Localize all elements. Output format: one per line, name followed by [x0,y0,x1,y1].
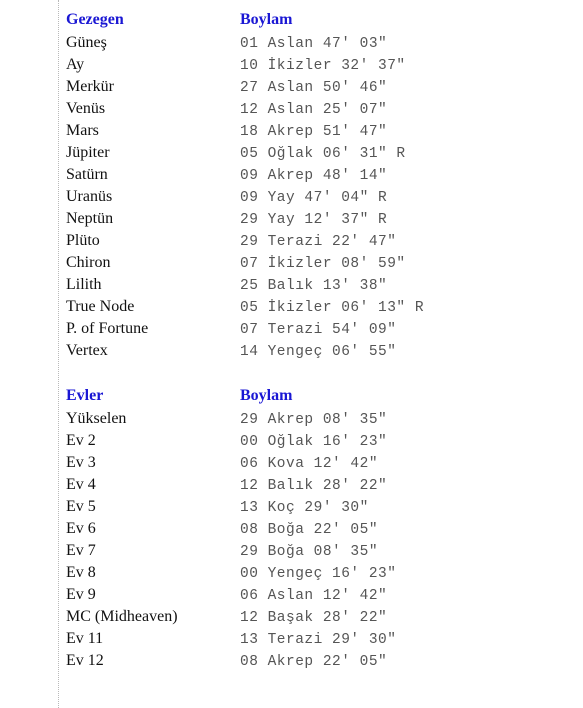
row-longitude-value: 13 Koç 29' 30" [240,500,369,516]
row-label: True Node [66,298,135,315]
table-row: Ev 5 13 Koç 29' 30" [0,496,583,518]
table-row: Neptün 29 Yay 12' 37" R [0,208,583,230]
table-row: Ev 12 08 Akrep 22' 05" [0,650,583,672]
table-row: Venüs 12 Aslan 25' 07" [0,98,583,120]
table-row: Ev 2 00 Oğlak 16' 23" [0,430,583,452]
table-row: Chiron 07 İkizler 08' 59" [0,252,583,274]
section-houses: Evler Boylam Yükselen 29 Akrep 08' 35" Ev 2 0… [0,384,583,672]
table-row: Ev 6 08 Boğa 22' 05" [0,518,583,540]
row-label: Ev 6 [66,520,96,537]
column-header-name: Evler [66,387,104,404]
row-label: Mars [66,122,99,139]
row-longitude-value: 25 Balık 13' 38" [240,278,388,294]
row-longitude-value: 08 Boğa 22' 05" [240,522,379,538]
row-label: Ay [66,56,85,73]
table-row: Plüto 29 Terazi 22' 47" [0,230,583,252]
table-row: Ev 3 06 Kova 12' 42" [0,452,583,474]
row-longitude-value: 05 İkizler 06' 13" R [240,300,425,316]
column-header-row: Gezegen Boylam [0,8,583,32]
table-row: Vertex 14 Yengeç 06' 55" [0,340,583,362]
table-row: Yükselen 29 Akrep 08' 35" [0,408,583,430]
row-label: Ev 5 [66,498,96,515]
row-label: Satürn [66,166,108,183]
table-row: Güneş 01 Aslan 47' 03" [0,32,583,54]
row-label: Lilith [66,276,102,293]
row-longitude-value: 07 İkizler 08' 59" [240,256,406,272]
row-longitude-value: 08 Akrep 22' 05" [240,654,388,670]
row-label: Chiron [66,254,111,271]
table-row: MC (Midheaven) 12 Başak 28' 22" [0,606,583,628]
row-longitude-value: 06 Aslan 12' 42" [240,588,388,604]
table-row: P. of Fortune 07 Terazi 54' 09" [0,318,583,340]
row-longitude-value: 12 Balık 28' 22" [240,478,388,494]
section-planets: Gezegen Boylam Güneş 01 Aslan 47' 03" Ay 10 İ… [0,8,583,362]
row-label: Yükselen [66,410,127,427]
table-row: Ev 4 12 Balık 28' 22" [0,474,583,496]
column-header-name: Gezegen [66,11,124,28]
row-label: Ev 11 [66,630,104,647]
row-label: Ev 2 [66,432,96,449]
row-label: Merkür [66,78,114,95]
table-row: Ev 9 06 Aslan 12' 42" [0,584,583,606]
row-longitude-value: 09 Yay 47' 04" R [240,190,388,206]
row-longitude-value: 27 Aslan 50' 46" [240,80,388,96]
row-longitude-value: 01 Aslan 47' 03" [240,36,388,52]
row-longitude-value: 00 Yengeç 16' 23" [240,566,397,582]
row-longitude-value: 07 Terazi 54' 09" [240,322,397,338]
row-longitude-value: 06 Kova 12' 42" [240,456,379,472]
row-label: Ev 9 [66,586,96,603]
row-label: Vertex [66,342,108,359]
row-longitude-value: 13 Terazi 29' 30" [240,632,397,648]
row-label: Venüs [66,100,106,117]
table-row: Mars 18 Akrep 51' 47" [0,120,583,142]
table-row: Merkür 27 Aslan 50' 46" [0,76,583,98]
row-label: Ev 7 [66,542,96,559]
row-longitude-value: 29 Terazi 22' 47" [240,234,397,250]
row-longitude-value: 14 Yengeç 06' 55" [240,344,397,360]
row-label: P. of Fortune [66,320,149,337]
row-label: Ev 8 [66,564,96,581]
row-longitude-value: 00 Oğlak 16' 23" [240,434,388,450]
table-row: Lilith 25 Balık 13' 38" [0,274,583,296]
row-longitude-value: 10 İkizler 32' 37" [240,58,406,74]
row-label: Neptün [66,210,114,227]
row-longitude-value: 12 Aslan 25' 07" [240,102,388,118]
row-longitude-value: 12 Başak 28' 22" [240,610,388,626]
row-longitude-value: 05 Oğlak 06' 31" R [240,146,406,162]
table-row: Ev 11 13 Terazi 29' 30" [0,628,583,650]
table-row: Satürn 09 Akrep 48' 14" [0,164,583,186]
row-longitude-value: 18 Akrep 51' 47" [240,124,388,140]
column-header-longitude: Boylam [240,11,293,28]
row-label: Ev 12 [66,652,104,669]
row-label: MC (Midheaven) [66,608,178,625]
row-longitude-value: 29 Akrep 08' 35" [240,412,388,428]
column-header-longitude: Boylam [240,387,293,404]
astrology-chart-sheet: Gezegen Boylam Güneş 01 Aslan 47' 03" Ay 10 İ… [0,0,583,708]
row-longitude-value: 29 Yay 12' 37" R [240,212,388,228]
row-label: Güneş [66,34,107,51]
row-label: Ev 3 [66,454,96,471]
row-longitude-value: 29 Boğa 08' 35" [240,544,379,560]
column-header-row: Evler Boylam [0,384,583,408]
table-row: Jüpiter 05 Oğlak 06' 31" R [0,142,583,164]
table-row: True Node 05 İkizler 06' 13" R [0,296,583,318]
row-longitude-value: 09 Akrep 48' 14" [240,168,388,184]
table-row: Ev 7 29 Boğa 08' 35" [0,540,583,562]
row-label: Jüpiter [66,144,110,161]
row-label: Uranüs [66,188,113,205]
table-row: Ev 8 00 Yengeç 16' 23" [0,562,583,584]
table-row: Uranüs 09 Yay 47' 04" R [0,186,583,208]
row-label: Ev 4 [66,476,96,493]
table-row: Ay 10 İkizler 32' 37" [0,54,583,76]
row-label: Plüto [66,232,100,249]
